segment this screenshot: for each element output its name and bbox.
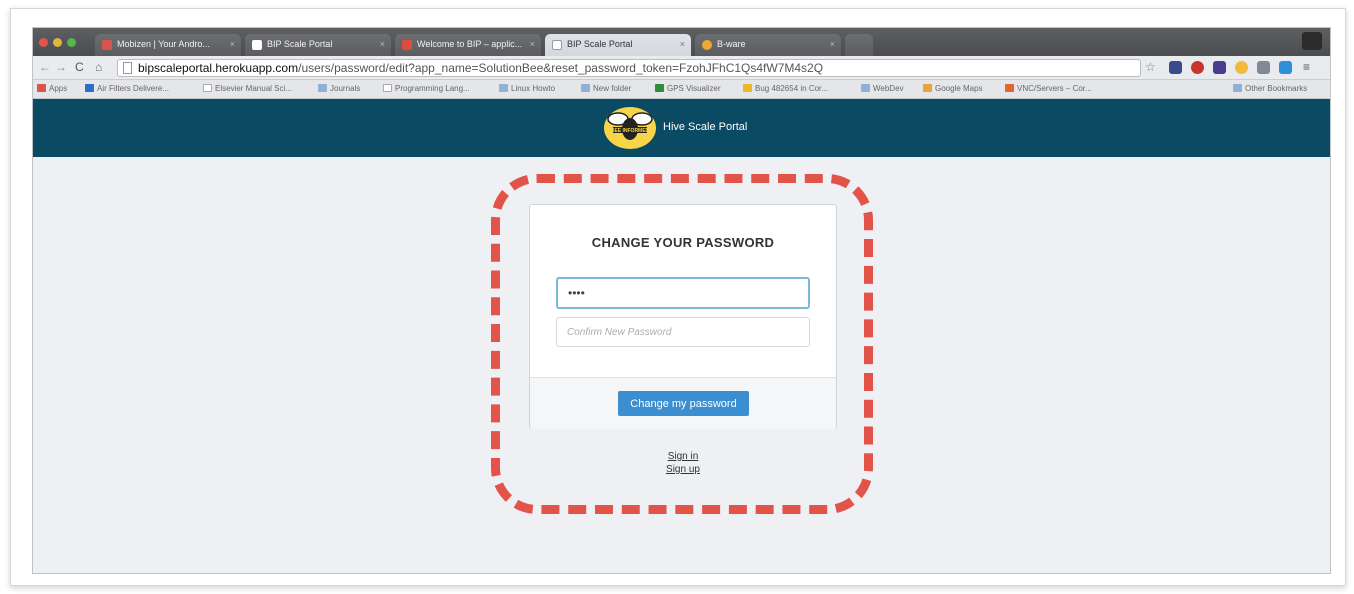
extension-icon[interactable] <box>1257 61 1270 74</box>
form-title: CHANGE YOUR PASSWORD <box>591 235 775 250</box>
tab-mobizen[interactable]: Mobizen | Your Andro... × <box>95 34 241 56</box>
url-host: bipscaleportal.herokuapp.com <box>138 61 299 75</box>
close-tab-icon[interactable]: × <box>530 39 535 49</box>
sign-in-link[interactable]: Sign in <box>633 450 733 463</box>
page-icon <box>123 62 132 74</box>
gps-icon <box>655 84 664 92</box>
tab-bip-scale-portal-active[interactable]: BIP Scale Portal × <box>545 34 691 56</box>
bookmarks-bar: Apps Air Filters Delivere... Elsevier Ma… <box>33 80 1330 99</box>
tab-b-ware[interactable]: B-ware × <box>695 34 841 56</box>
address-bar[interactable]: bipscaleportal.herokuapp.com/users/passw… <box>117 59 1141 77</box>
home-icon[interactable]: ⌂ <box>95 60 102 74</box>
bookmark-journals[interactable]: Journals <box>318 84 360 93</box>
minimize-window-button[interactable] <box>53 38 62 47</box>
back-arrow-icon[interactable]: ← <box>39 60 51 74</box>
url-path: /users/password/edit?app_name=SolutionBe… <box>298 61 824 75</box>
site-header: BEE INFORMED Hive Scale Portal <box>33 99 1330 157</box>
new-tab-button[interactable] <box>845 34 873 56</box>
bookmark-bug[interactable]: Bug 482654 in Cor... <box>743 84 828 93</box>
sign-up-link[interactable]: Sign up <box>633 463 733 476</box>
card-footer: Change my password <box>530 377 836 429</box>
bookmark-programming[interactable]: Programming Lang... <box>383 84 470 93</box>
maximize-window-button[interactable] <box>67 38 76 47</box>
page-icon <box>383 84 392 92</box>
bware-favicon-icon <box>702 40 712 50</box>
tab-welcome-bip[interactable]: Welcome to BIP – applic... × <box>395 34 541 56</box>
close-tab-icon[interactable]: × <box>230 39 235 49</box>
page-icon <box>203 84 212 92</box>
extension-icon[interactable] <box>1213 61 1226 74</box>
extension-icon[interactable] <box>1191 61 1204 74</box>
bookmark-other[interactable]: Other Bookmarks <box>1233 84 1307 93</box>
bookmark-linux-howto[interactable]: Linux Howto <box>499 84 555 93</box>
page-favicon-icon <box>252 40 262 50</box>
auth-links: Sign in Sign up <box>633 450 733 476</box>
bookmark-icon <box>85 84 94 92</box>
logo-text: BEE INFORMED <box>611 128 650 134</box>
bookmark-gps-visualizer[interactable]: GPS Visualizer <box>655 84 721 93</box>
bookmark-apps[interactable]: Apps <box>37 84 67 93</box>
reload-icon[interactable]: C <box>75 60 84 74</box>
folder-icon <box>581 84 590 92</box>
browser-toolbar: ← → C ⌂ bipscaleportal.herokuapp.com/use… <box>33 56 1330 80</box>
tab-title: B-ware <box>717 39 746 49</box>
ubuntu-icon <box>1005 84 1014 92</box>
folder-icon <box>318 84 327 92</box>
close-tab-icon[interactable]: × <box>830 39 835 49</box>
tab-title: Welcome to BIP – applic... <box>417 39 523 49</box>
menu-icon[interactable]: ≡ <box>1303 60 1310 74</box>
mobizen-favicon-icon <box>102 40 112 50</box>
close-window-button[interactable] <box>39 38 48 47</box>
bee-informed-logo[interactable]: BEE INFORMED <box>603 105 657 151</box>
change-password-button[interactable]: Change my password <box>618 391 749 416</box>
page-favicon-icon <box>552 40 562 50</box>
folder-icon <box>861 84 870 92</box>
site-brand[interactable]: Hive Scale Portal <box>663 121 747 133</box>
pocket-extension-icon[interactable] <box>1169 61 1182 74</box>
bookmark-air-filters[interactable]: Air Filters Delivere... <box>85 84 169 93</box>
user-profile-icon[interactable] <box>1302 32 1322 50</box>
close-tab-icon[interactable]: × <box>380 39 385 49</box>
tab-title: Mobizen | Your Andro... <box>117 39 210 49</box>
gmail-favicon-icon <box>402 40 412 50</box>
bookmark-webdev[interactable]: WebDev <box>861 84 904 93</box>
launchpad-icon <box>743 84 752 92</box>
bookmark-vnc[interactable]: VNC/Servers – Cor... <box>1005 84 1092 93</box>
change-password-card: CHANGE YOUR PASSWORD Change my password <box>529 204 837 429</box>
tab-strip: Mobizen | Your Andro... × BIP Scale Port… <box>33 28 1330 56</box>
map-pin-icon <box>923 84 932 92</box>
apps-grid-icon <box>37 84 46 92</box>
new-password-input[interactable] <box>556 277 810 309</box>
window-controls <box>39 38 76 47</box>
close-tab-icon[interactable]: × <box>680 39 685 49</box>
folder-icon <box>499 84 508 92</box>
bookmark-new-folder[interactable]: New folder <box>581 84 631 93</box>
forward-arrow-icon[interactable]: → <box>55 60 67 74</box>
bookmark-star-icon[interactable]: ☆ <box>1145 60 1156 74</box>
tab-title: BIP Scale Portal <box>267 39 333 49</box>
bookmark-elsevier[interactable]: Elsevier Manual Sci... <box>203 84 292 93</box>
bookmark-google-maps[interactable]: Google Maps <box>923 84 983 93</box>
folder-icon <box>1233 84 1242 92</box>
browser-window: Mobizen | Your Andro... × BIP Scale Port… <box>32 27 1331 574</box>
confirm-password-input[interactable] <box>556 317 810 347</box>
extension-icon[interactable] <box>1235 61 1248 74</box>
tab-bip-scale-portal[interactable]: BIP Scale Portal × <box>245 34 391 56</box>
delicious-extension-icon[interactable] <box>1279 61 1292 74</box>
tab-title: BIP Scale Portal <box>567 39 633 49</box>
